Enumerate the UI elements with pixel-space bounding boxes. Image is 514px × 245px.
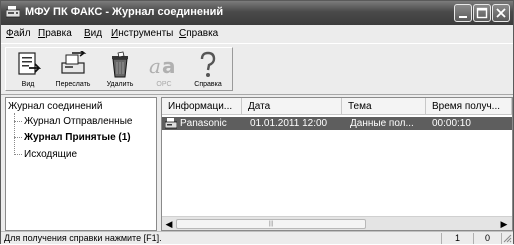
trash-icon [112, 51, 128, 78]
svg-text:a: a [162, 54, 176, 78]
tree-connector [14, 154, 22, 155]
maximize-button[interactable] [473, 4, 491, 22]
menu-help[interactable]: Справка [179, 28, 218, 39]
view-button-label: Вид [21, 81, 35, 88]
resize-grip-icon[interactable] [501, 233, 512, 244]
svg-text:a: a [149, 54, 161, 78]
title-bar[interactable]: МФУ ПК ФАКС - Журнал соединений [1, 1, 513, 25]
grip-dots-icon [503, 234, 512, 243]
scroll-right-icon[interactable]: ▶ [498, 218, 510, 230]
minimize-icon [459, 16, 467, 18]
window-title: МФУ ПК ФАКС - Журнал соединений [25, 6, 224, 18]
help-button-label: Справка [194, 81, 222, 88]
forward-fax-icon [61, 51, 87, 74]
scroll-thumb[interactable]: ||| [176, 219, 366, 229]
fax-app-icon [6, 6, 20, 18]
forward-button[interactable]: Переслать [48, 48, 98, 92]
close-button[interactable] [492, 4, 510, 22]
view-document-icon [18, 52, 41, 75]
tree-connector [14, 113, 15, 155]
scroll-grip-icon: ||| [268, 221, 274, 227]
tree-connector [14, 137, 22, 138]
question-mark-icon [200, 51, 216, 77]
maximize-icon [476, 7, 488, 19]
received-fax-icon [165, 118, 177, 129]
menu-view[interactable]: Вид [84, 28, 102, 39]
delete-button-label: Удалить [106, 81, 134, 88]
tree-item-received[interactable]: Журнал Принятые (1) [24, 132, 131, 143]
horizontal-scrollbar[interactable]: ◀ ||| ▶ [162, 216, 512, 230]
ocr-button-label: OPC [156, 81, 172, 88]
column-header-time[interactable]: Время получ... [426, 98, 512, 115]
ocr-text-icon: a a [149, 54, 176, 78]
menu-bar: Файл Правка Вид Инструменты Справка [1, 25, 513, 43]
column-header-info[interactable]: Информаци... [162, 98, 242, 115]
journal-list: Информаци... Дата Тема Время получ... Pa… [161, 97, 513, 231]
menu-tools[interactable]: Инструменты [111, 28, 173, 39]
delete-button[interactable]: Удалить [98, 48, 142, 92]
cell-subject: Данные пол... [350, 118, 414, 129]
tree-item-journal-root[interactable]: Журнал соединений [8, 101, 102, 112]
minimize-button[interactable] [454, 4, 472, 22]
view-button[interactable]: Вид [8, 48, 48, 92]
status-count: 1 [441, 233, 473, 244]
forward-button-label: Переслать [55, 81, 91, 88]
tree-connector [14, 121, 22, 122]
status-bar: Для получения справки нажмите [F1]. 1 0 [1, 231, 513, 244]
main-window: МФУ ПК ФАКС - Журнал соединений Файл Пра… [0, 0, 514, 244]
cell-info: Panasonic [180, 118, 227, 129]
status-unread: 0 [473, 233, 501, 244]
column-header-date[interactable]: Дата [242, 98, 342, 115]
menu-edit[interactable]: Правка [38, 28, 72, 39]
cell-date: 01.01.2011 12:00 [250, 118, 328, 129]
folder-tree: Журнал соединений Журнал Отправленные Жу… [5, 97, 157, 231]
close-icon [496, 8, 506, 18]
tree-item-sent[interactable]: Журнал Отправленные [24, 116, 132, 127]
cell-time: 00:00:10 [432, 118, 471, 129]
ocr-button[interactable]: a a OPC [142, 48, 186, 92]
toolbar-group: Вид Переслать Удалить a a OPC Справка [5, 47, 233, 91]
help-button[interactable]: Справка [186, 48, 230, 92]
menu-file[interactable]: Файл [6, 28, 31, 39]
toolbar: Вид Переслать Удалить a a OPC Справка [1, 43, 513, 95]
column-header-subject[interactable]: Тема [342, 98, 426, 115]
scroll-left-icon[interactable]: ◀ [163, 218, 175, 230]
status-help-text: Для получения справки нажмите [F1]. [4, 233, 162, 243]
table-row[interactable]: Panasonic 01.01.2011 12:00 Данные пол...… [162, 117, 512, 130]
tree-item-outgoing[interactable]: Исходящие [24, 149, 77, 160]
